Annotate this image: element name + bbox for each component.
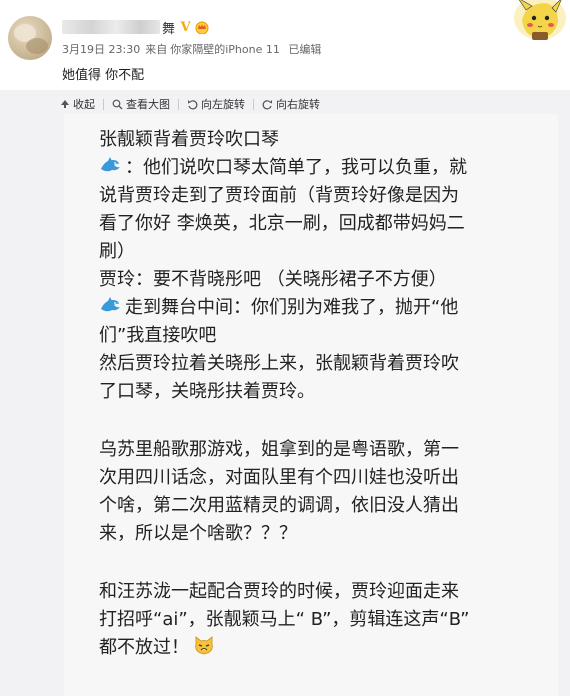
post-text: 她值得 你不配	[62, 68, 145, 83]
toolbar-divider	[253, 98, 254, 110]
image-text-line: 和汪苏泷一起配合贾玲的时候，贾玲迎面走来	[99, 581, 459, 602]
crown-icon	[195, 21, 209, 34]
image-text-line: 说背贾玲走到了贾玲面前（背贾玲好像是因为	[99, 185, 459, 206]
rotate-right-button[interactable]: 向右旋转	[262, 94, 320, 114]
username-visible-char[interactable]: 舞	[162, 18, 175, 37]
image-text-line: 走到舞台中间：你们别为难我了，抛开“他	[99, 294, 529, 322]
image-text-line: 刷）	[99, 241, 135, 262]
image-text-line: 们”我直接吹吧	[99, 325, 217, 346]
rotate-left-icon	[188, 99, 198, 109]
avatar[interactable]	[8, 16, 52, 60]
view-large-button[interactable]: 查看大图	[112, 94, 170, 114]
source-prefix: 来自	[145, 43, 168, 56]
dolphin-emoji-icon	[101, 297, 120, 312]
image-text-line: 乌苏里船歌那游戏，姐拿到的是粤语歌，第一	[99, 439, 459, 460]
post-header: 舞 V 3月19日 23:30 来自 你家隔壁的iPhone 11 已编辑 她值得 …	[0, 0, 570, 90]
edited-label[interactable]: 已编辑	[288, 43, 321, 56]
image-text-line: 次用四川话念，对面队里有个四川娃也没听出	[99, 467, 459, 488]
rotate-left-label: 向左旋转	[201, 98, 245, 111]
image-text-line: ：他们说吹口琴太简单了，我可以负重，就	[99, 154, 529, 182]
toolbar-divider	[178, 98, 179, 110]
image-text-content: 张靓颖背着贾玲吹口琴 ：他们说吹口琴太简单了，我可以负重，就 说背贾玲走到了贾玲…	[99, 126, 529, 662]
pikachu-sticker	[514, 0, 566, 40]
view-large-label: 查看大图	[126, 98, 170, 111]
image-text-line: 个啥，第二次用蓝精灵的调调，依旧没人猜出	[99, 495, 459, 516]
post-time[interactable]: 3月19日 23:30	[62, 43, 140, 56]
image-text-line: 了口琴，关晓彤扶着贾玲。	[99, 381, 315, 402]
rotate-right-icon	[262, 99, 272, 109]
cat-emoji-icon	[195, 636, 213, 655]
username-blurred[interactable]	[62, 20, 160, 34]
image-text-line: 然后贾玲拉着关晓彤上来，张靓颖背着贾玲吹	[99, 353, 459, 374]
toolbar-divider	[103, 98, 104, 110]
image-text-line: 贾玲：要不背晓彤吧 （关晓彤裙子不方便）	[99, 269, 447, 290]
image-text-line: 看了你好 李焕英，北京一刷，回成都带妈妈二	[99, 213, 465, 234]
rotate-right-label: 向右旋转	[276, 98, 320, 111]
collapse-label: 收起	[73, 98, 95, 111]
post-source[interactable]: 你家隔壁的iPhone 11	[170, 43, 280, 56]
image-text-line: 打招呼“ai”，张靓颖马上“ B”，剪辑连这声“B”	[99, 609, 470, 630]
image-text-line: 张靓颖背着贾玲吹口琴	[99, 129, 279, 150]
image-text-line: 来，所以是个啥歌？？？	[99, 523, 297, 544]
rotate-left-button[interactable]: 向左旋转	[187, 94, 245, 114]
verified-badge-icon: V	[180, 19, 191, 35]
image-text-line: 都不放过！	[99, 634, 529, 662]
username-row: 舞 V	[62, 17, 210, 37]
image-toolbar: 收起 查看大图 向左旋转 向右旋转	[60, 94, 320, 114]
post-meta: 3月19日 23:30 来自 你家隔壁的iPhone 11 已编辑	[62, 41, 326, 57]
dolphin-emoji-icon	[101, 157, 120, 172]
collapse-icon	[61, 100, 69, 108]
collapse-button[interactable]: 收起	[60, 94, 95, 114]
magnifier-icon	[112, 99, 123, 109]
